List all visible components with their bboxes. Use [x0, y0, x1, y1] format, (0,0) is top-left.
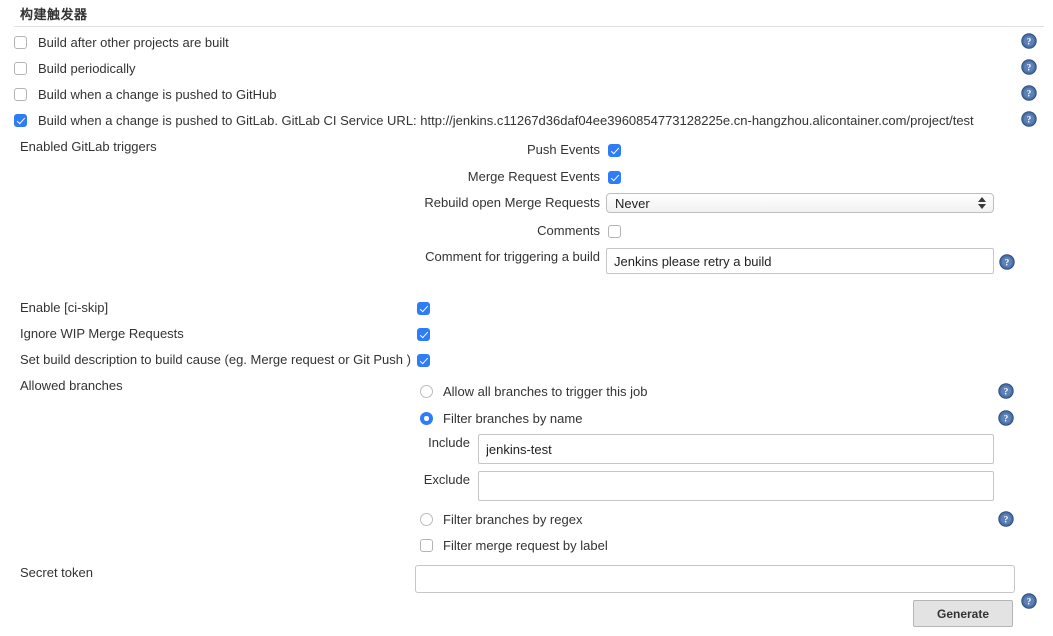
svg-text:?: ? — [1005, 258, 1010, 268]
trigger-row-gitlab-push[interactable]: Build when a change is pushed to GitLab.… — [14, 111, 974, 129]
radio-label: Allow all branches to trigger this job — [443, 384, 648, 399]
help-icon-filter-branches-by-regex[interactable]: ? — [998, 511, 1014, 527]
enabled-gitlab-triggers-label: Enabled GitLab triggers — [20, 139, 157, 154]
page-title: 构建触发器 — [20, 7, 88, 22]
svg-text:?: ? — [1004, 414, 1009, 424]
trigger-row-build-periodically[interactable]: Build periodically — [14, 59, 136, 77]
checkbox-merge-request-events[interactable] — [608, 171, 621, 184]
svg-text:?: ? — [1004, 515, 1009, 525]
radio-row-allow-all-branches[interactable]: Allow all branches to trigger this job — [420, 384, 648, 399]
checkbox-label: Filter merge request by label — [443, 538, 608, 553]
trigger-label-gitlab: Build when a change is pushed to GitLab.… — [38, 112, 974, 128]
secret-token-label: Secret token — [20, 565, 93, 580]
checkbox-ignore-wip-merge-requests[interactable] — [417, 328, 430, 341]
radio-filter-branches-by-regex[interactable] — [420, 513, 433, 526]
trigger-label: Build periodically — [38, 60, 136, 76]
checkbox-comments[interactable] — [608, 225, 621, 238]
checkbox-filter-merge-request-by-label[interactable] — [420, 539, 433, 552]
svg-text:?: ? — [1027, 89, 1032, 99]
checkbox-gitlab-push[interactable] — [14, 113, 27, 127]
svg-text:?: ? — [1004, 387, 1009, 397]
radio-row-filter-branches-by-name[interactable]: Filter branches by name — [420, 411, 582, 426]
help-icon-filter-branches-by-name[interactable]: ? — [998, 410, 1014, 426]
help-icon-gitlab-push[interactable]: ? — [1021, 111, 1037, 127]
exclude-input[interactable] — [478, 471, 994, 501]
svg-text:?: ? — [1027, 597, 1032, 607]
comment-trigger-label: Comment for triggering a build — [425, 249, 600, 264]
exclude-label: Exclude — [423, 472, 470, 487]
merge-request-events-label: Merge Request Events — [467, 169, 600, 184]
checkbox-set-build-description[interactable] — [417, 354, 430, 367]
generate-button[interactable]: Generate — [913, 600, 1013, 627]
trigger-label: Build when a change is pushed to GitHub — [38, 86, 277, 102]
svg-text:?: ? — [1027, 115, 1032, 125]
push-events-label: Push Events — [527, 142, 600, 157]
build-triggers-page: 构建触发器 Build after other projects are bui… — [0, 0, 1053, 636]
help-icon-build-periodically[interactable]: ? — [1021, 59, 1037, 75]
include-label: Include — [428, 435, 470, 450]
checkbox-row-filter-mr-by-label[interactable]: Filter merge request by label — [420, 538, 608, 553]
comments-label: Comments — [537, 223, 600, 238]
svg-text:?: ? — [1027, 63, 1032, 73]
radio-allow-all-branches[interactable] — [420, 385, 433, 398]
checkbox-build-periodically[interactable] — [14, 61, 27, 75]
allowed-branches-label: Allowed branches — [20, 378, 123, 393]
chevron-updown-icon — [978, 197, 986, 209]
checkbox-enable-ci-skip[interactable] — [417, 302, 430, 315]
help-icon-allow-all-branches[interactable]: ? — [998, 383, 1014, 399]
select-value: Never — [615, 195, 650, 211]
trigger-row-github-push[interactable]: Build when a change is pushed to GitHub — [14, 85, 277, 103]
radio-filter-branches-by-name[interactable] — [420, 412, 433, 425]
svg-text:?: ? — [1027, 37, 1032, 47]
radio-label: Filter branches by regex — [443, 512, 583, 527]
ignore-wip-mr-label: Ignore WIP Merge Requests — [20, 326, 184, 341]
checkbox-push-events[interactable] — [608, 144, 621, 157]
help-icon-github-push[interactable]: ? — [1021, 85, 1037, 101]
secret-token-input[interactable] — [415, 565, 1015, 593]
set-build-description-label: Set build description to build cause (eg… — [20, 352, 411, 367]
radio-row-filter-branches-by-regex[interactable]: Filter branches by regex — [420, 512, 582, 527]
help-icon-secret-token[interactable]: ? — [1021, 593, 1037, 609]
trigger-row-build-after-other-projects[interactable]: Build after other projects are built — [14, 33, 229, 51]
checkbox-build-after-other-projects[interactable] — [14, 35, 27, 49]
checkbox-github-push[interactable] — [14, 87, 27, 101]
trigger-label: Build after other projects are built — [38, 34, 229, 50]
rebuild-open-mr-label: Rebuild open Merge Requests — [424, 195, 600, 210]
help-icon-build-after-other-projects[interactable]: ? — [1021, 33, 1037, 49]
include-input[interactable] — [478, 434, 994, 464]
help-icon-comment-trigger[interactable]: ? — [999, 254, 1015, 270]
radio-label: Filter branches by name — [443, 411, 583, 426]
title-divider — [14, 26, 1044, 27]
enable-ci-skip-label: Enable [ci-skip] — [20, 300, 109, 315]
comment-trigger-input[interactable] — [606, 248, 994, 274]
select-rebuild-open-merge-requests[interactable]: Never — [606, 193, 994, 213]
